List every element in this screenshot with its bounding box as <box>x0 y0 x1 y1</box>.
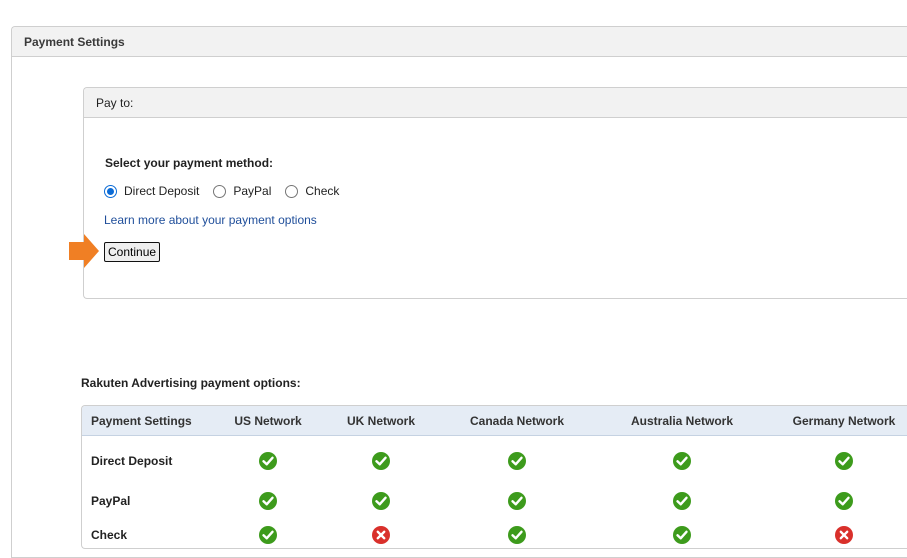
radio-check[interactable] <box>285 184 299 198</box>
table-header-row: Payment Settings US Network UK Network C… <box>82 406 907 436</box>
payment-method-radio-group: Direct Deposit PayPal Check <box>104 184 353 198</box>
check-icon <box>259 526 277 544</box>
check-icon <box>372 492 390 510</box>
table-cell <box>776 518 907 548</box>
cross-icon <box>372 526 390 544</box>
check-icon <box>508 492 526 510</box>
column-header: Australia Network <box>588 406 776 436</box>
row-label: PayPal <box>91 494 131 508</box>
column-header: UK Network <box>316 406 446 436</box>
check-icon <box>372 452 390 470</box>
table-row: Check <box>82 518 907 548</box>
row-label: Check <box>91 528 128 542</box>
check-icon <box>673 492 691 510</box>
radio-label-direct-deposit: Direct Deposit <box>124 184 200 198</box>
payment-method-label: Select your payment method: <box>105 156 274 170</box>
table-cell <box>446 484 588 518</box>
check-icon <box>259 452 277 470</box>
table-cell <box>588 518 776 548</box>
column-header: Payment Settings <box>82 406 220 436</box>
table-cell <box>446 518 588 548</box>
payment-settings-header: Payment Settings <box>12 27 907 57</box>
column-header: Canada Network <box>446 406 588 436</box>
table-cell <box>588 436 776 485</box>
radio-label-paypal: PayPal <box>233 184 272 198</box>
orange-arrow-pointer-icon <box>69 234 99 268</box>
row-label: Direct Deposit <box>91 454 173 468</box>
radio-paypal[interactable] <box>213 184 227 198</box>
table-cell <box>316 484 446 518</box>
radio-option-paypal[interactable]: PayPal <box>213 184 271 198</box>
table-cell <box>316 518 446 548</box>
table-cell <box>316 436 446 485</box>
check-icon <box>673 452 691 470</box>
check-icon <box>835 452 853 470</box>
pay-to-header: Pay to: <box>84 88 907 118</box>
check-icon <box>508 526 526 544</box>
check-icon <box>259 492 277 510</box>
table-cell <box>220 518 316 548</box>
radio-option-direct-deposit[interactable]: Direct Deposit <box>104 184 199 198</box>
table-cell <box>446 436 588 485</box>
learn-more-link[interactable]: Learn more about your payment options <box>104 213 317 227</box>
check-icon <box>508 452 526 470</box>
check-icon <box>673 526 691 544</box>
pay-to-panel: Pay to: Select your payment method: Dire… <box>83 87 907 299</box>
table-row: Direct Deposit <box>82 436 907 485</box>
radio-label-check: Check <box>305 184 340 198</box>
radio-option-check[interactable]: Check <box>285 184 339 198</box>
table-cell <box>220 436 316 485</box>
table-row: PayPal <box>82 484 907 518</box>
payment-options-title: Rakuten Advertising payment options: <box>81 376 301 390</box>
radio-direct-deposit[interactable] <box>104 184 117 198</box>
continue-button[interactable]: Continue <box>104 242 161 262</box>
table-cell <box>220 484 316 518</box>
table-cell <box>588 484 776 518</box>
payment-options-table: Payment Settings US Network UK Network C… <box>82 406 907 548</box>
check-icon <box>835 492 853 510</box>
cross-icon <box>835 526 853 544</box>
column-header: US Network <box>220 406 316 436</box>
table-cell <box>776 436 907 485</box>
table-cell <box>776 484 907 518</box>
column-header: Germany Network <box>776 406 907 436</box>
payment-options-table-wrapper: Payment Settings US Network UK Network C… <box>81 405 907 549</box>
